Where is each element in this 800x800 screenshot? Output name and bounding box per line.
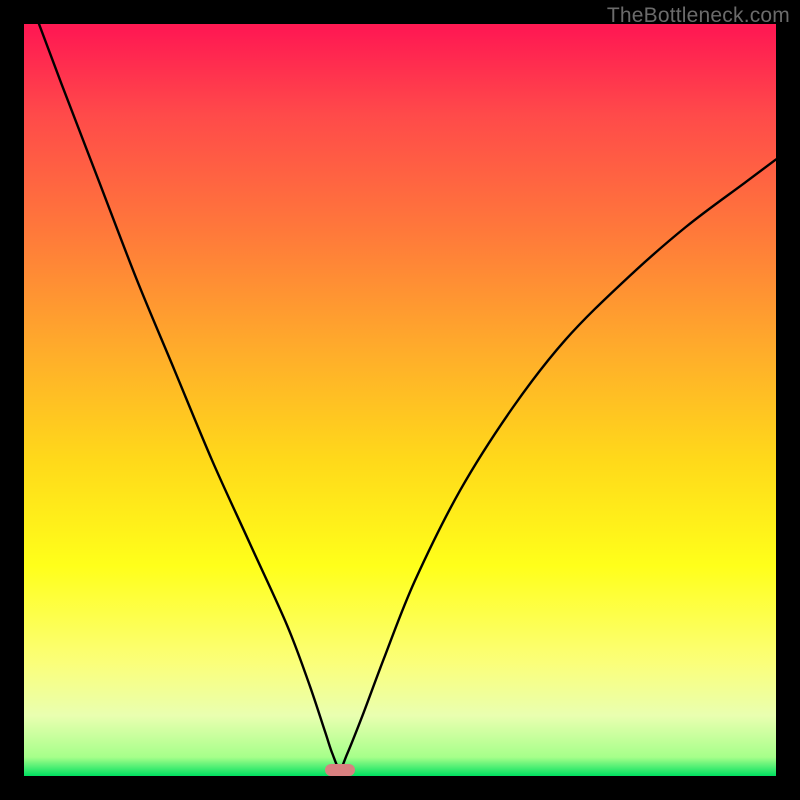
bottleneck-marker (325, 764, 355, 776)
chart-frame (24, 24, 776, 776)
bottleneck-curve-path (39, 24, 776, 769)
chart-curve-svg (24, 24, 776, 776)
